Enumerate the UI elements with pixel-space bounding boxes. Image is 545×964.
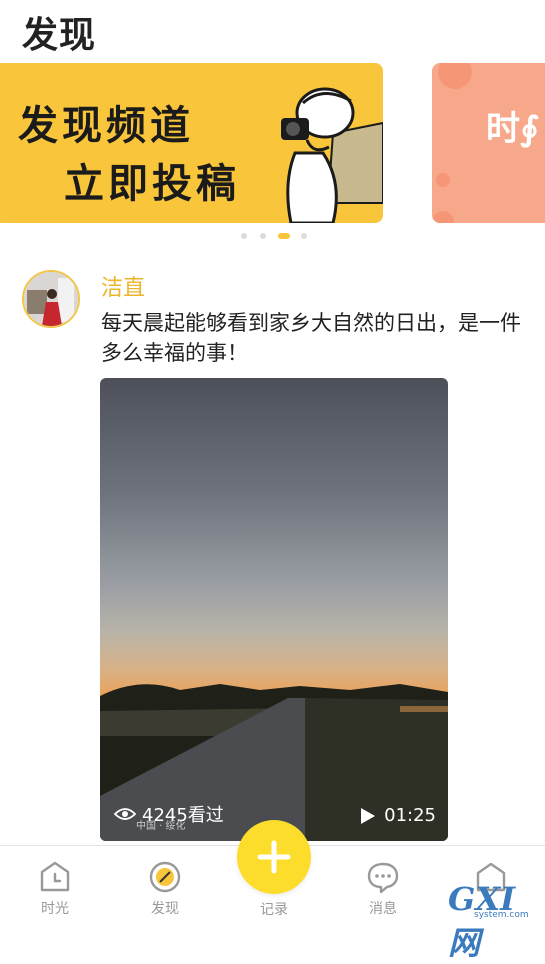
- nav-item-discover[interactable]: 发现: [130, 860, 200, 918]
- plus-icon: [257, 840, 291, 874]
- author-name[interactable]: 洁直: [101, 270, 145, 302]
- video-duration: 01:25: [360, 805, 436, 826]
- nav-label-record: 记录: [260, 902, 288, 918]
- location-text: 中国 · 绥化: [136, 821, 186, 832]
- carousel-indicator: [0, 231, 545, 241]
- compass-icon: [149, 861, 181, 893]
- nav-label-messages: 消息: [369, 901, 397, 917]
- duration-text: 01:25: [384, 805, 436, 826]
- page-title: 发现: [22, 15, 97, 56]
- banner-submit-discovery[interactable]: 发现频道 立即投稿: [0, 63, 383, 223]
- avatar-photo-icon: [24, 272, 78, 326]
- post-text: 每天晨起能够看到家乡大自然的日出，是一件多么幸福的事！: [101, 311, 521, 365]
- site-watermark: GXI网 system.com: [448, 880, 545, 962]
- nav-item-messages[interactable]: 消息: [348, 860, 418, 918]
- carousel-dot[interactable]: [241, 233, 247, 239]
- banner-decoration: [432, 211, 454, 223]
- banner-next-title: 时∮: [486, 109, 540, 149]
- carousel-dot[interactable]: [301, 233, 307, 239]
- clock-icon: [40, 861, 70, 892]
- carousel-dot-active[interactable]: [278, 233, 290, 239]
- banner-next[interactable]: 时∮: [432, 63, 545, 223]
- nav-label-discover: 发现: [151, 901, 179, 917]
- video-thumbnail[interactable]: 4245看过 中国 · 绥化 01:25: [100, 378, 448, 841]
- nav-label-time: 时光: [41, 901, 69, 917]
- banner-title-line2: 立即投稿: [64, 161, 240, 207]
- play-icon[interactable]: [360, 807, 376, 825]
- photographer-illustration-icon: [281, 87, 383, 223]
- watermark-domain: system.com: [474, 910, 529, 920]
- banner-title-line1: 发现频道: [18, 103, 194, 149]
- avatar[interactable]: [22, 270, 80, 328]
- record-button[interactable]: [237, 820, 311, 894]
- banner-decoration: [436, 173, 450, 187]
- eye-icon: [114, 808, 136, 820]
- banner-decoration: [438, 63, 472, 89]
- watermark-logo: GXI网: [448, 880, 516, 962]
- nav-item-time[interactable]: 时光: [20, 860, 90, 918]
- chat-bubble-icon: [367, 862, 399, 894]
- carousel-dot[interactable]: [260, 233, 266, 239]
